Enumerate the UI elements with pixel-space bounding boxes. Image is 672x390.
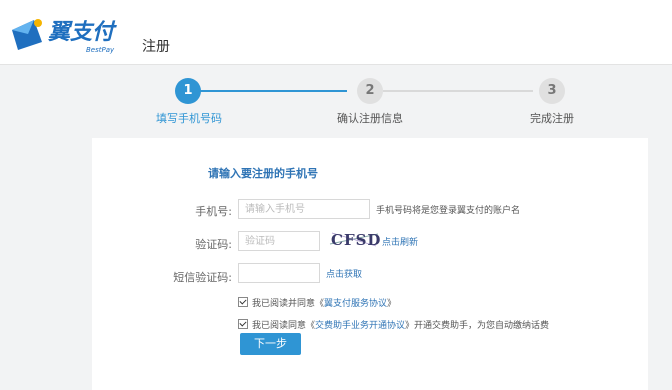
service-agreement-row: 我已阅读并同意《翼支付服务协议》 (238, 296, 396, 309)
sms-label: 短信验证码: (173, 271, 232, 284)
sms-code-input[interactable] (238, 263, 320, 283)
registration-form: 请输入要注册的手机号 手机号: 请输入手机号 手机号码将是您登录翼支付的账户名 … (92, 138, 648, 390)
captcha-image[interactable]: CFSD (328, 228, 380, 250)
logo-subtext: BestPay (86, 46, 115, 54)
captcha-input[interactable]: 验证码 (238, 231, 320, 251)
phone-label: 手机号: (195, 205, 232, 218)
step-connector-2 (383, 90, 533, 92)
page-title: 注册 (142, 39, 170, 55)
form-heading: 请输入要注册的手机号 (208, 167, 318, 180)
captcha-refresh-link[interactable]: 点击刷新 (382, 235, 418, 248)
get-sms-code-link[interactable]: 点击获取 (326, 267, 362, 280)
payment-agreement-link[interactable]: 交费助手业务开通协议 (315, 321, 405, 331)
step-2-indicator: 2 (357, 78, 383, 104)
payment-agreement-row: 我已阅读同意《交费助手业务开通协议》开通交费助手，为您自动缴纳话费 (238, 318, 549, 331)
step-3-indicator: 3 (539, 78, 565, 104)
service-agreement-link[interactable]: 翼支付服务协议 (324, 299, 387, 309)
step-connector-1 (199, 90, 347, 92)
agreement-1-suffix: 》 (387, 299, 397, 309)
bestpay-logo[interactable]: 翼支付 BestPay (8, 8, 128, 56)
agreement-2-suffix: 》开通交费助手，为您自动缴纳话费 (405, 321, 550, 331)
agreement-2-prefix: 我已阅读同意《 (252, 321, 316, 331)
header: 翼支付 BestPay 注册 (0, 0, 672, 65)
captcha-label: 验证码: (195, 238, 232, 251)
step-2-label: 确认注册信息 (337, 112, 403, 125)
logo-text: 翼支付 (47, 20, 117, 45)
next-button[interactable]: 下一步 (240, 333, 301, 355)
phone-input[interactable]: 请输入手机号 (238, 199, 370, 219)
step-1-indicator: 1 (175, 78, 201, 104)
step-1-label: 填写手机号码 (156, 112, 222, 125)
phone-hint: 手机号码将是您登录翼支付的账户名 (376, 206, 521, 216)
step-3-label: 完成注册 (530, 112, 574, 125)
agreement-1-prefix: 我已阅读并同意《 (252, 299, 325, 309)
service-agreement-checkbox[interactable] (238, 297, 248, 307)
payment-agreement-checkbox[interactable] (238, 319, 248, 329)
captcha-text: CFSD (331, 231, 380, 249)
progress-steps: 1 填写手机号码 2 确认注册信息 3 完成注册 (0, 64, 672, 134)
